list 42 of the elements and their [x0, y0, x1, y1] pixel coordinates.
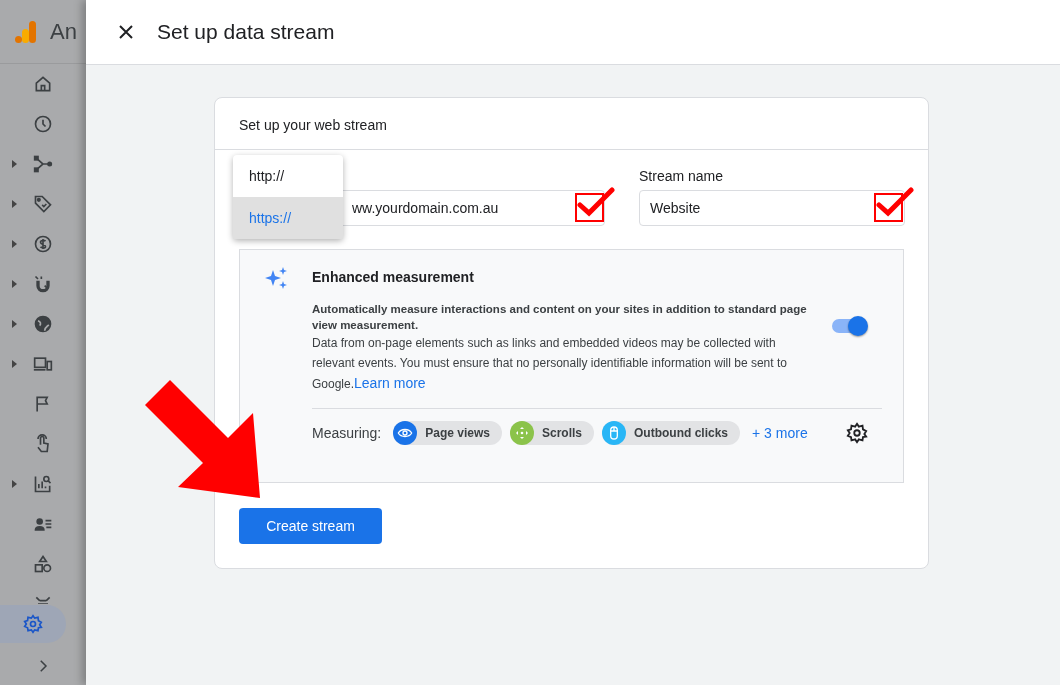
expand-arrow-icon[interactable] — [12, 280, 17, 288]
measure-chip: Scrolls — [510, 421, 594, 445]
shapes-icon[interactable] — [33, 554, 53, 574]
menu-item[interactable]: https:// — [233, 197, 343, 239]
toggle-switch[interactable] — [832, 319, 866, 333]
close-icon[interactable] — [119, 25, 133, 39]
field-label: Stream name — [639, 168, 725, 184]
tag-icon[interactable] — [33, 194, 53, 214]
settings-icon[interactable] — [846, 422, 868, 444]
check-mark-icon — [874, 187, 914, 223]
check-mark-icon — [575, 187, 615, 223]
expand-arrow-icon[interactable] — [12, 480, 17, 488]
measure-chip: Page views — [393, 421, 502, 445]
more-link[interactable]: + 3 more — [752, 425, 808, 441]
app-title: An — [50, 18, 77, 45]
sparkle-icon — [264, 266, 288, 290]
settings-icon — [23, 614, 43, 634]
report-icon[interactable] — [33, 474, 53, 494]
measure-chip: Outbound clicks — [602, 421, 741, 445]
expand-arrow-icon[interactable] — [12, 200, 17, 208]
expand-arrow-icon[interactable] — [12, 360, 17, 368]
globe-icon[interactable] — [33, 314, 53, 334]
create-stream-button[interactable]: Create stream — [239, 508, 382, 544]
description-lead: Automatically measure interactions and content on your sites in addition to standard page view measurement. — [312, 302, 808, 333]
logo-icon — [14, 19, 38, 44]
branch-icon[interactable] — [33, 154, 53, 174]
expand-arrow-icon[interactable] — [12, 240, 17, 248]
expand-arrow-icon[interactable] — [12, 320, 17, 328]
measuring-label: Measuring: — [312, 425, 382, 441]
settings-nav-item[interactable] — [0, 605, 66, 643]
learn-more-link[interactable]: Learn more — [354, 375, 426, 391]
description-text: Data from on-page elements such as links and embedded videos may be collected with relevant events. You must ensure that no personally identifiable information will be sent to Google.Learn more — [312, 335, 788, 393]
dialog-title: Set up data stream — [157, 20, 335, 44]
clock-icon[interactable] — [33, 114, 53, 134]
card-title: Set up your web stream — [215, 98, 928, 150]
devices-icon[interactable] — [33, 354, 53, 374]
dollar-icon[interactable] — [33, 234, 53, 254]
home-icon[interactable] — [33, 74, 53, 94]
section-title: Enhanced measurement — [312, 269, 475, 285]
stream-name-field[interactable]: Website — [639, 190, 905, 226]
expand-arrow-icon[interactable] — [12, 160, 17, 168]
magnet-icon[interactable] — [33, 274, 53, 294]
